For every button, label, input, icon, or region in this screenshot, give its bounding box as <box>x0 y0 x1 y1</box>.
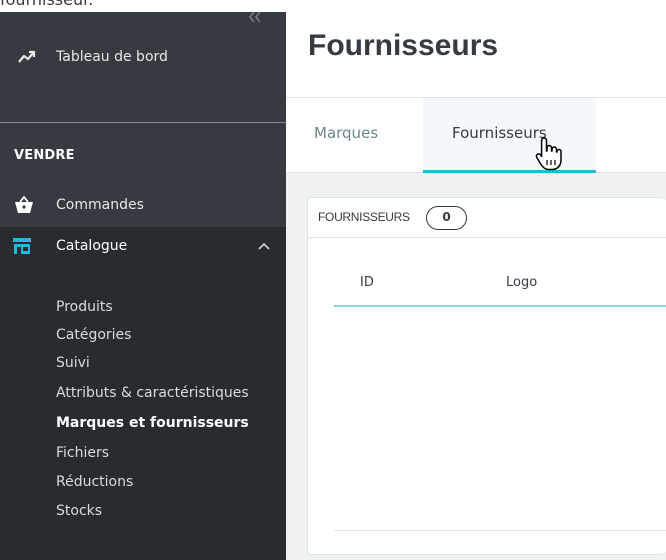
submenu-item-brands-suppliers[interactable]: Marques et fournisseurs <box>56 415 249 431</box>
column-header-logo[interactable]: Logo <box>506 275 537 290</box>
sidebar-item-catalog[interactable]: Catalogue <box>0 227 286 265</box>
catalog-submenu: Produits Catégories Suivi Attributs & ca… <box>0 265 286 560</box>
sidebar-divider <box>0 122 286 123</box>
sidebar: Tableau de bord VENDRE Commandes Catalog… <box>0 12 286 560</box>
sidebar-item-label: Tableau de bord <box>56 49 168 65</box>
submenu-item-monitoring[interactable]: Suivi <box>56 355 90 371</box>
table-body-divider <box>334 530 666 531</box>
chevron-up-icon[interactable] <box>257 241 271 251</box>
panel-header: FOURNISSEURS 0 <box>308 198 666 238</box>
submenu-item-discounts[interactable]: Réductions <box>56 474 133 490</box>
page-header: Fournisseurs <box>286 12 666 98</box>
store-icon <box>13 238 31 254</box>
double-chevron-left-icon[interactable] <box>247 12 263 22</box>
tab-label: Fournisseurs <box>452 124 547 142</box>
page-title: Fournisseurs <box>308 29 499 62</box>
column-header-id[interactable]: ID <box>360 275 374 290</box>
sidebar-item-orders[interactable]: Commandes <box>56 197 144 213</box>
sidebar-section-title: VENDRE <box>14 148 75 163</box>
submenu-item-categories[interactable]: Catégories <box>56 327 131 343</box>
submenu-item-attributes[interactable]: Attributs & caractéristiques <box>56 385 249 401</box>
suppliers-panel: FOURNISSEURS 0 ID Logo <box>307 197 666 555</box>
submenu-item-files[interactable]: Fichiers <box>56 445 109 461</box>
tab-suppliers[interactable]: Fournisseurs <box>423 98 596 173</box>
hand-pointer-icon <box>535 137 562 171</box>
submenu-item-stocks[interactable]: Stocks <box>56 503 102 519</box>
shopping-basket-icon <box>15 196 33 213</box>
top-partial-text: fournisseur. <box>0 0 93 9</box>
sidebar-item-dashboard[interactable]: Tableau de bord <box>0 12 286 95</box>
table-header-divider <box>334 305 666 307</box>
tabs-bar: Marques Fournisseurs <box>286 98 666 173</box>
count-badge: 0 <box>426 206 467 230</box>
submenu-item-products[interactable]: Produits <box>56 299 113 315</box>
top-strip: fournisseur. <box>0 0 666 12</box>
tab-label: Marques <box>314 124 379 142</box>
main-content: Fournisseurs Marques Fournisseurs FOURNI… <box>286 12 666 560</box>
panel-title: FOURNISSEURS <box>318 210 410 224</box>
trending-up-icon <box>18 50 36 63</box>
sidebar-item-label: Catalogue <box>56 238 128 254</box>
active-tab-indicator <box>423 170 596 173</box>
